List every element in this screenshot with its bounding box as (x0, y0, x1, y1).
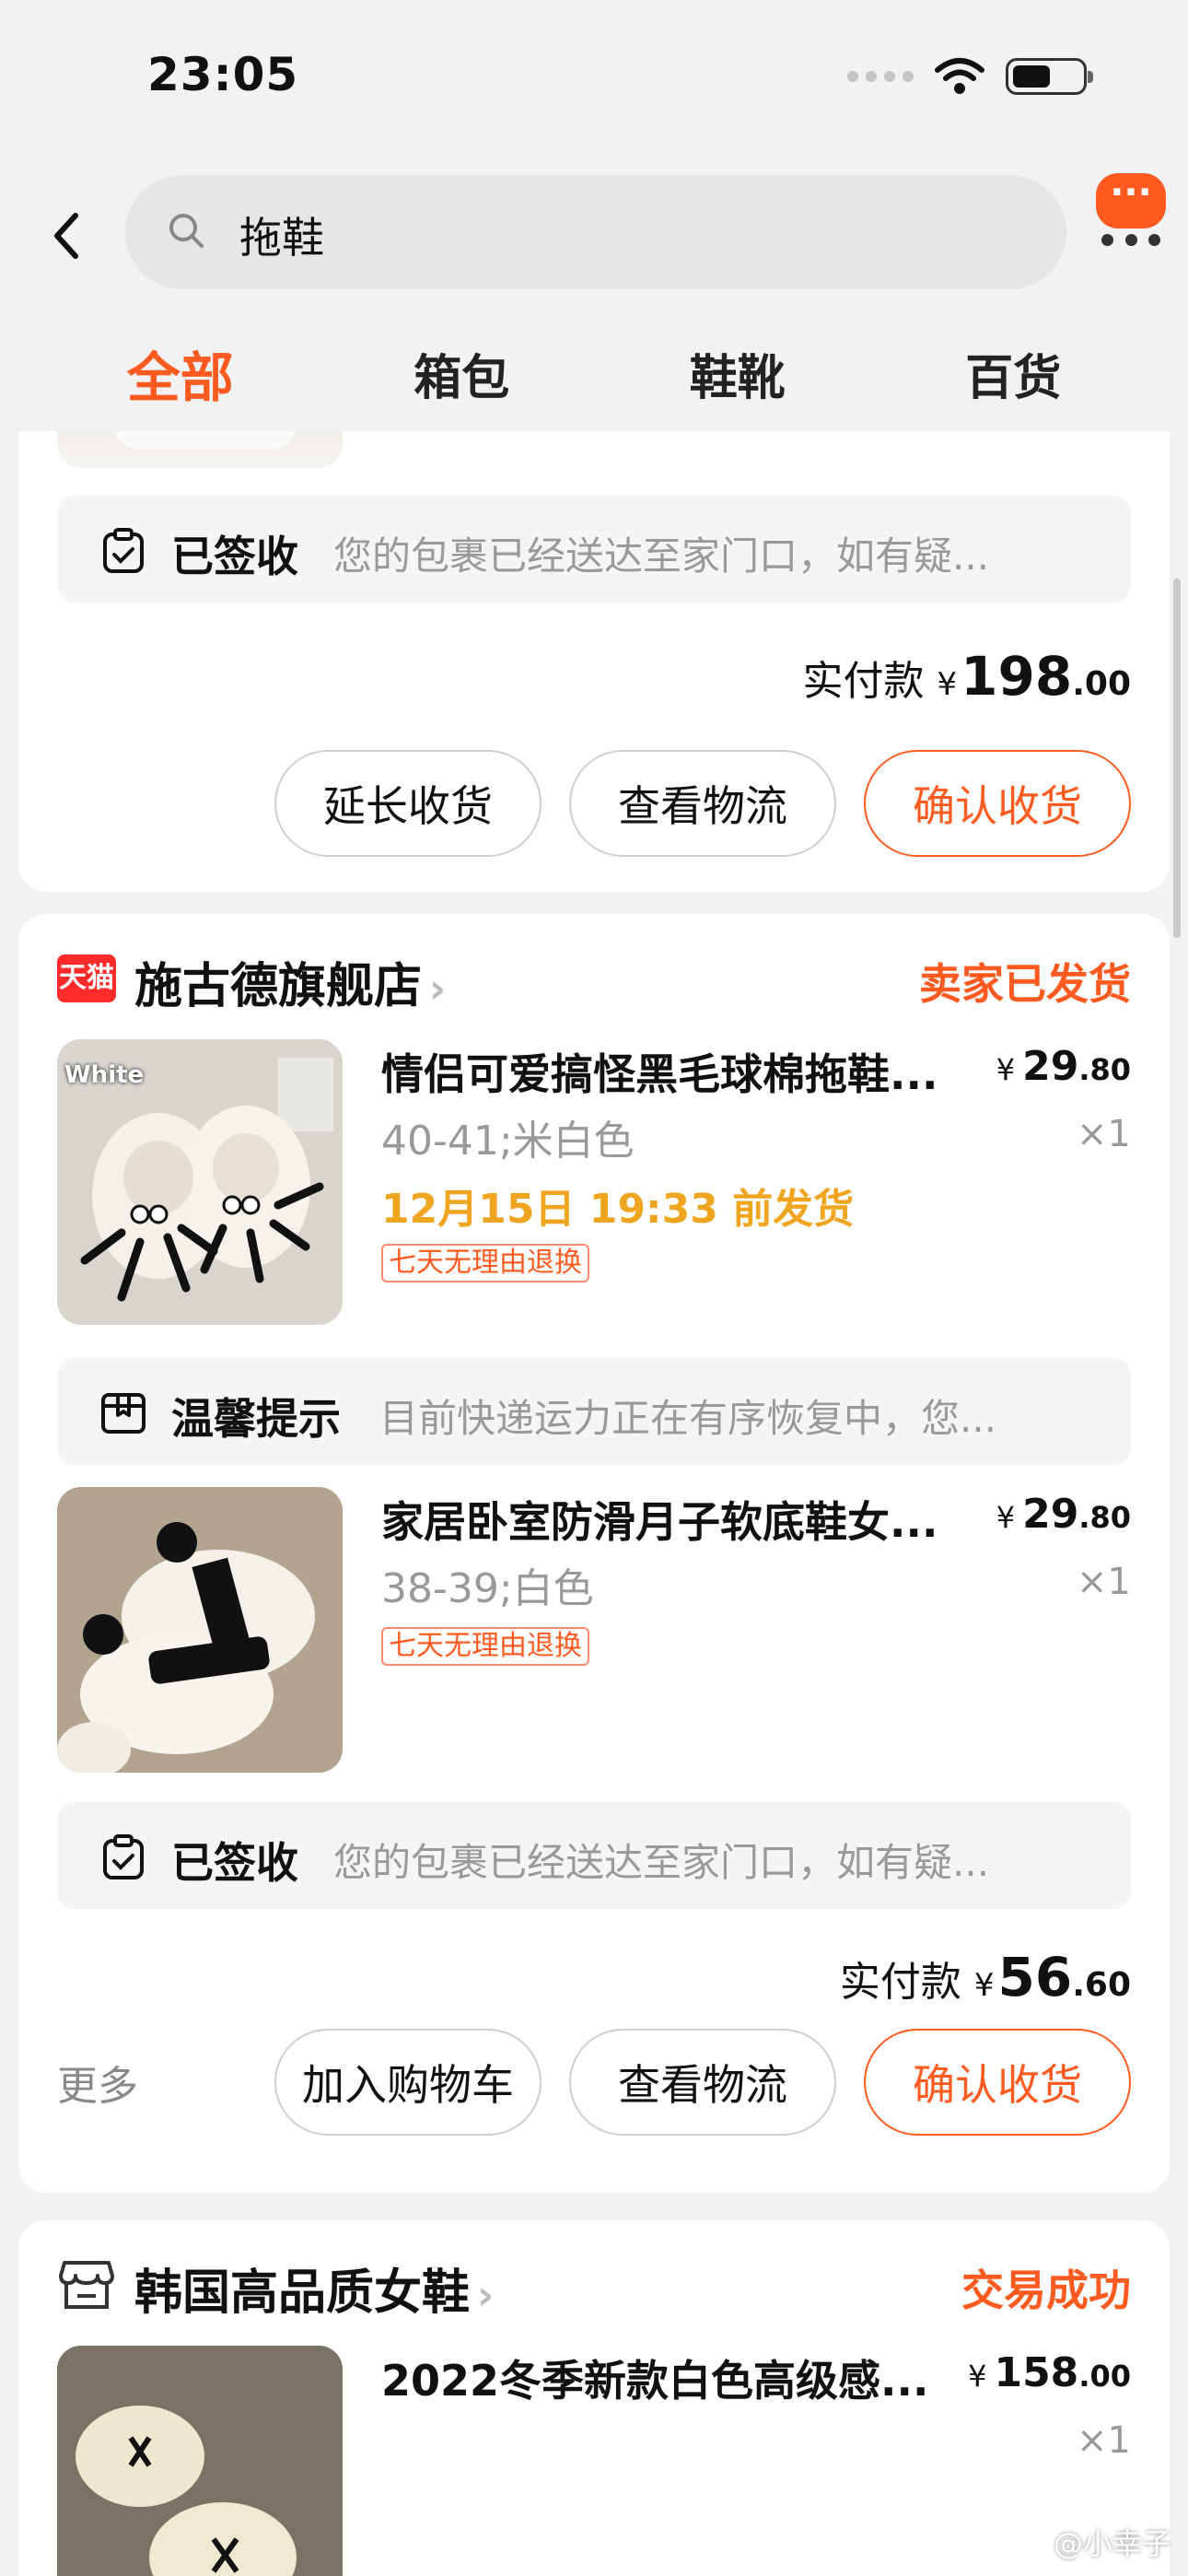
panda-slipper-photo (57, 1487, 343, 1773)
order-status: 交易成功 (961, 2266, 1131, 2315)
product-quantity: ×1 (1077, 1113, 1131, 1155)
clipboard-check-icon (103, 528, 144, 573)
product-image[interactable] (57, 431, 343, 468)
order-card: 天猫 施古德旗舰店 › 卖家已发货 White 情侣可爱搞怪黑毛球棉拖鞋... … (18, 914, 1170, 2193)
tab-bags[interactable]: 箱包 (413, 339, 509, 408)
battery-icon (1006, 58, 1093, 95)
back-icon[interactable] (48, 208, 85, 263)
order-status: 卖家已发货 (919, 959, 1131, 1009)
view-logistics-button[interactable]: 查看物流 (569, 2029, 836, 2136)
paid-int: 198 (961, 645, 1073, 708)
tmall-logo: 天猫 (57, 954, 116, 1002)
tab-all[interactable]: 全部 (127, 334, 234, 412)
product-image[interactable] (57, 1487, 343, 1773)
delivery-status-text: 您的包裹已经送达至家门口，如有疑... (333, 1840, 990, 1885)
delivery-status-label: 已签收 (171, 532, 298, 581)
ship-deadline: 12月15日 19:33 前发货 (381, 1186, 855, 1233)
product-title[interactable]: 家居卧室防滑月子软底鞋女... (381, 1489, 989, 1550)
wifi-icon (935, 58, 984, 94)
store-icon (59, 2261, 114, 2309)
price-currency: ¥ (968, 2359, 987, 2394)
shop-name[interactable]: 施古德旗舰店 › (134, 947, 446, 1016)
more-button[interactable]: 更多 (57, 2053, 138, 2112)
status-bar: 23:05 (0, 0, 1188, 157)
product-spec: 40-41;米白色 (381, 1118, 635, 1165)
price-currency: ¥ (996, 1052, 1016, 1087)
return-policy-tag: 七天无理由退换 (381, 1244, 589, 1282)
paid-label: 实付款 (802, 658, 925, 705)
paid-dec: .60 (1072, 1966, 1131, 2004)
confirm-receipt-button[interactable]: 确认收货 (864, 750, 1131, 857)
paid-amount: 实付款 ¥198.00 (803, 645, 1132, 708)
extend-receipt-button[interactable]: 延长收货 (274, 750, 542, 857)
chevron-right-icon: › (429, 966, 447, 1013)
paid-int: 56 (997, 1946, 1073, 2008)
shop-name-text: 韩国高品质女鞋 (134, 2266, 471, 2321)
product-price: ¥29.80 (996, 1491, 1131, 1538)
notice-label: 温馨提示 (171, 1394, 341, 1444)
order-card: 已签收 您的包裹已经送达至家门口，如有疑... 实付款 ¥198.00 延长收货 … (18, 431, 1170, 892)
delivery-status-row[interactable]: 已签收 您的包裹已经送达至家门口，如有疑... (57, 1802, 1131, 1909)
price-dec: .80 (1078, 1052, 1131, 1087)
fluffy-slipper-photo (57, 2346, 343, 2576)
search-icon (169, 214, 204, 248)
price-currency: ¥ (996, 1500, 1016, 1535)
order-list[interactable]: 已签收 您的包裹已经送达至家门口，如有疑... 实付款 ¥198.00 延长收货 … (0, 431, 1188, 2576)
scrollbar[interactable] (1173, 579, 1181, 938)
product-quantity: ×1 (1077, 2419, 1131, 2462)
product-spec: 38-39;白色 (381, 1565, 594, 1612)
more-dots-icon (1101, 234, 1160, 247)
product-title[interactable]: 2022冬季新款白色高级感... (381, 2348, 989, 2408)
signal-icon (847, 71, 914, 82)
clipboard-check-icon (103, 1834, 144, 1879)
paid-label: 实付款 (839, 1959, 961, 2006)
category-tabs: 全部 箱包 鞋靴 百货 (0, 313, 1188, 433)
add-to-cart-button[interactable]: 加入购物车 (274, 2029, 542, 2136)
notice-text: 目前快递运力正在有序恢复中，您... (379, 1396, 997, 1441)
search-input[interactable]: 拖鞋 (125, 175, 1066, 289)
tab-shoes[interactable]: 鞋靴 (690, 339, 786, 408)
chevron-right-icon: › (477, 2272, 495, 2319)
tab-goods[interactable]: 百货 (965, 339, 1061, 408)
watermark: @小幸子 (1053, 2526, 1171, 2561)
order-card: 韩国高品质女鞋 › 交易成功 2022冬季新款白色高级感... ¥158.00 ×… (18, 2220, 1170, 2576)
product-quantity: ×1 (1077, 1561, 1131, 1603)
message-icon[interactable]: ··· (1096, 173, 1166, 228)
shop-name[interactable]: 韩国高品质女鞋 › (134, 2254, 494, 2323)
paid-dec: .00 (1072, 665, 1131, 703)
package-icon (101, 1393, 146, 1434)
product-price: ¥29.80 (996, 1043, 1131, 1090)
product-title[interactable]: 情侣可爱搞怪黑毛球棉拖鞋... (381, 1041, 989, 1102)
confirm-receipt-button[interactable]: 确认收货 (864, 2029, 1131, 2136)
shop-row[interactable]: 韩国高品质女鞋 › 交易成功 (57, 2254, 1131, 2321)
price-dec: .00 (1078, 2359, 1131, 2394)
return-policy-tag: 七天无理由退换 (381, 1627, 589, 1666)
shop-row[interactable]: 天猫 施古德旗舰店 › 卖家已发货 (57, 947, 1131, 1014)
notice-row[interactable]: 温馨提示 目前快递运力正在有序恢复中，您... (57, 1358, 1131, 1465)
image-label: White (64, 1061, 145, 1089)
product-image[interactable]: White (57, 1039, 343, 1325)
delivery-status-label: 已签收 (171, 1838, 298, 1888)
price-int: 29 (1022, 1043, 1079, 1090)
search-query: 拖鞋 (239, 213, 324, 263)
price-int: 29 (1022, 1491, 1079, 1538)
price-dec: .80 (1078, 1500, 1131, 1535)
delivery-status-text: 您的包裹已经送达至家门口，如有疑... (333, 533, 990, 579)
delivery-status-row[interactable]: 已签收 您的包裹已经送达至家门口，如有疑... (57, 496, 1131, 603)
status-time: 23:05 (147, 48, 299, 101)
status-icons (847, 57, 1093, 96)
view-logistics-button[interactable]: 查看物流 (569, 750, 836, 857)
shop-name-text: 施古德旗舰店 (134, 959, 423, 1014)
product-price: ¥158.00 (968, 2349, 1131, 2396)
search-row: 拖鞋 ··· (0, 157, 1188, 313)
price-int: 158 (994, 2349, 1079, 2396)
paid-currency: ¥ (973, 1967, 995, 2004)
paid-currency: ¥ (937, 666, 958, 703)
product-image[interactable] (57, 2346, 343, 2576)
paid-amount: 实付款 ¥56.60 (840, 1946, 1131, 2008)
